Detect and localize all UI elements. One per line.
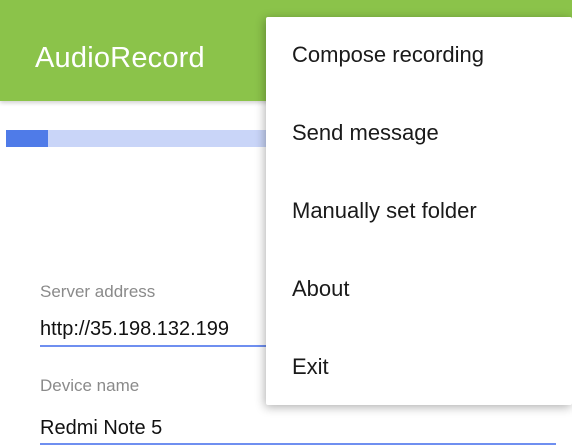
progress-bar-fill — [6, 130, 48, 147]
menu-item-manually-set-folder[interactable]: Manually set folder — [266, 173, 572, 251]
device-name-label: Device name — [40, 376, 140, 395]
server-address-label: Server address — [40, 282, 156, 301]
menu-item-label: Send message — [292, 120, 439, 145]
server-address-input[interactable]: http://35.198.132.199 — [40, 316, 229, 342]
menu-item-send-message[interactable]: Send message — [266, 95, 572, 173]
app-title: AudioRecord — [35, 42, 205, 74]
menu-item-label: About — [292, 276, 350, 301]
menu-item-compose-recording[interactable]: Compose recording — [266, 17, 572, 95]
menu-item-label: Exit — [292, 354, 329, 379]
device-name-underline — [40, 443, 556, 445]
menu-item-exit[interactable]: Exit — [266, 329, 572, 407]
menu-item-label: Compose recording — [292, 42, 484, 67]
menu-item-label: Manually set folder — [292, 198, 477, 223]
menu-item-about[interactable]: About — [266, 251, 572, 329]
overflow-menu: Compose recording Send message Manually … — [266, 17, 572, 405]
device-name-input[interactable]: Redmi Note 5 — [40, 415, 162, 441]
